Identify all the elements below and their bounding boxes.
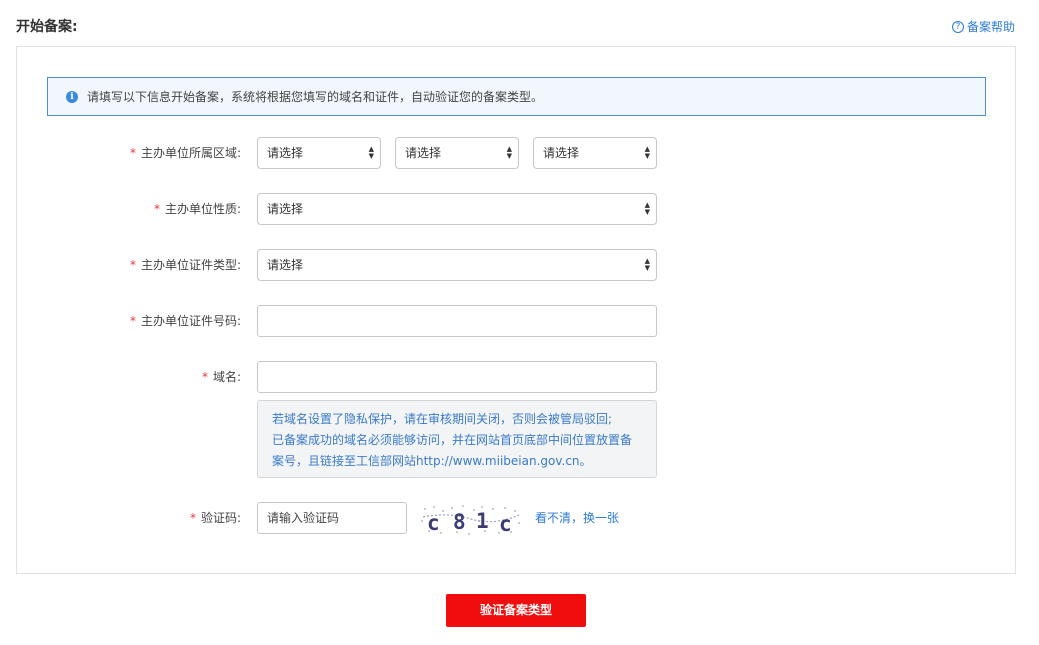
- domain-tip-box: 若域名设置了隐私保护，请在审核期间关闭，否则会被管局驳回; 已备案成功的域名必须…: [257, 400, 657, 478]
- info-notice: i 请填写以下信息开始备案，系统将根据您填写的域名和证件，自动验证您的备案类型。: [47, 77, 986, 116]
- verify-filing-type-button[interactable]: 验证备案类型: [446, 594, 586, 627]
- cert-type-label: * 主办单位证件类型:: [129, 258, 241, 272]
- required-mark: *: [129, 258, 136, 272]
- domain-row: * 域名:: [17, 361, 1017, 393]
- domain-label: * 域名:: [201, 370, 241, 384]
- district-select[interactable]: 请选择 ▲ ▼: [533, 137, 657, 169]
- required-mark: *: [129, 314, 136, 328]
- select-arrows-icon: ▲ ▼: [644, 145, 650, 160]
- domain-tip-line: 已备案成功的域名必须能够访问，并在网站首页底部中间位置放置备案号，且链接至工信部…: [272, 433, 633, 468]
- cert-type-select[interactable]: 请选择 ▲ ▼: [257, 249, 657, 281]
- info-icon: i: [66, 90, 78, 103]
- captcha-char: c: [427, 511, 440, 535]
- region-label: * 主办单位所属区域:: [129, 146, 241, 160]
- province-select-value: 请选择: [267, 146, 304, 160]
- question-circle-icon: ?: [951, 20, 964, 33]
- region-row: * 主办单位所属区域: 请选择 ▲ ▼ 请选择 ▲ ▼ 请选择 ▲ ▼: [17, 137, 1017, 169]
- district-select-value: 请选择: [543, 146, 580, 160]
- cert-number-row: * 主办单位证件号码:: [17, 305, 1017, 337]
- required-mark: *: [129, 146, 136, 160]
- filing-help-label: 备案帮助: [966, 20, 1015, 34]
- cert-type-select-value: 请选择: [267, 258, 304, 272]
- nature-label: * 主办单位性质:: [153, 202, 241, 216]
- select-arrows-icon: ▲ ▼: [644, 257, 650, 272]
- page-title: 开始备案:: [16, 19, 78, 35]
- captcha-input[interactable]: 请输入验证码: [257, 502, 407, 534]
- required-mark: *: [201, 370, 208, 384]
- captcha-image[interactable]: c 8 1 c: [419, 503, 523, 537]
- domain-input[interactable]: [257, 361, 657, 393]
- cert-type-row: * 主办单位证件类型: 请选择 ▲ ▼: [17, 249, 1017, 281]
- cert-number-label: * 主办单位证件号码:: [129, 314, 241, 328]
- filing-help-link[interactable]: ? 备案帮助: [951, 18, 1015, 35]
- nature-row: * 主办单位性质: 请选择 ▲ ▼: [17, 193, 1017, 225]
- filing-form-panel: i 请填写以下信息开始备案，系统将根据您填写的域名和证件，自动验证您的备案类型。…: [16, 46, 1016, 574]
- city-select-value: 请选择: [405, 146, 442, 160]
- captcha-char: 1: [476, 509, 489, 533]
- nature-select-value: 请选择: [267, 202, 304, 216]
- captcha-char: c: [499, 512, 512, 536]
- province-select[interactable]: 请选择 ▲ ▼: [257, 137, 381, 169]
- required-mark: *: [153, 202, 160, 216]
- cert-number-input[interactable]: [257, 305, 657, 337]
- notice-text: 请填写以下信息开始备案，系统将根据您填写的域名和证件，自动验证您的备案类型。: [87, 90, 544, 104]
- nature-select[interactable]: 请选择 ▲ ▼: [257, 193, 657, 225]
- select-arrows-icon: ▲ ▼: [368, 145, 374, 160]
- captcha-label: * 验证码:: [189, 511, 241, 525]
- city-select[interactable]: 请选择 ▲ ▼: [395, 137, 519, 169]
- captcha-refresh-link[interactable]: 看不清，换一张: [535, 502, 619, 534]
- domain-tip-line: 若域名设置了隐私保护，请在审核期间关闭，否则会被管局驳回;: [272, 412, 613, 426]
- required-mark: *: [189, 511, 196, 525]
- select-arrows-icon: ▲ ▼: [644, 201, 650, 216]
- captcha-char: 8: [453, 510, 466, 534]
- select-arrows-icon: ▲ ▼: [506, 145, 512, 160]
